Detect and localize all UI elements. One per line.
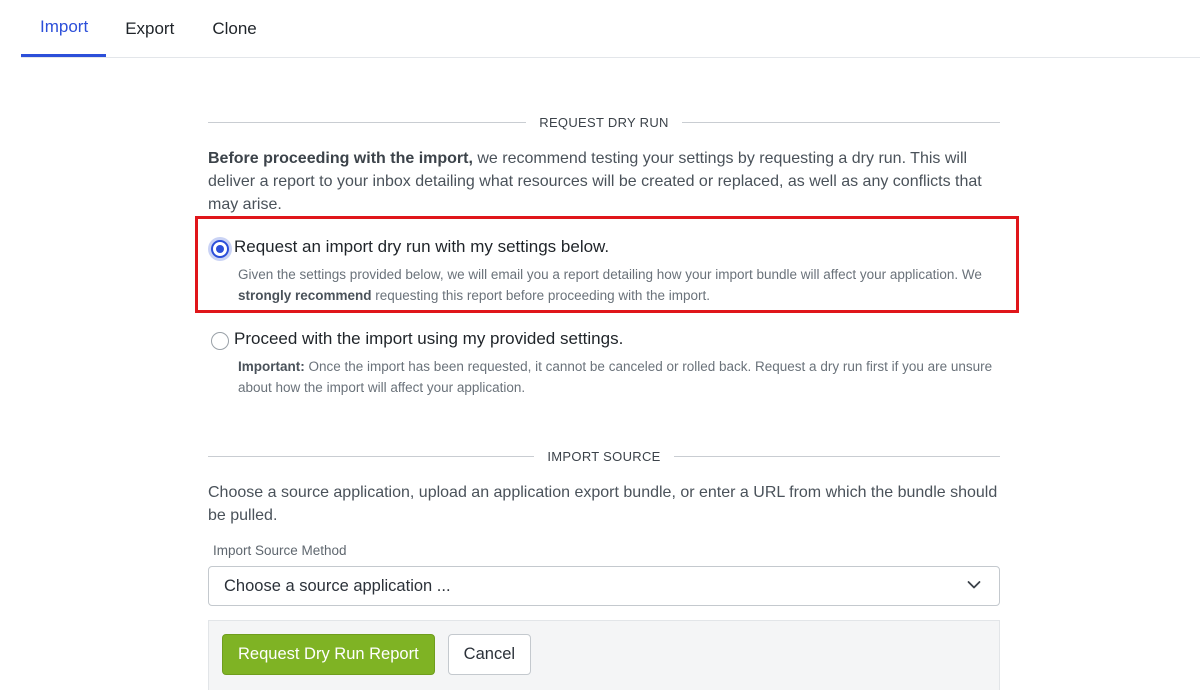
section-title: IMPORT SOURCE	[547, 448, 661, 464]
section-header-dry-run: REQUEST DRY RUN	[208, 112, 1001, 132]
option-title: Proceed with the import using my provide…	[234, 329, 624, 348]
option-proceed-import[interactable]: Proceed with the import using my provide…	[208, 316, 1000, 408]
option-title: Request an import dry run with my settin…	[234, 237, 610, 256]
cancel-button[interactable]: Cancel	[447, 634, 532, 675]
tab-import[interactable]: Import	[21, 0, 107, 57]
desc-text: Once the import has been requested, it c…	[238, 359, 993, 395]
option-description: Important: Once the import has been requ…	[234, 357, 1000, 398]
dry-run-intro: Before proceeding with the import, we re…	[208, 147, 1000, 216]
desc-bold-text: strongly recommend	[238, 287, 372, 303]
option-request-dry-run[interactable]: Request an import dry run with my settin…	[208, 224, 1000, 316]
select-value: Choose a source application ...	[224, 576, 451, 595]
radio-proceed-import[interactable]	[211, 332, 229, 350]
divider-line	[681, 121, 1001, 123]
divider-line	[673, 455, 1000, 457]
divider-line	[208, 455, 535, 457]
tab-clone[interactable]: Clone	[193, 0, 275, 58]
import-source-method-label: Import Source Method	[213, 543, 347, 558]
option-description: Given the settings provided below, we wi…	[234, 265, 1000, 306]
intro-bold-text: Before proceeding with the import,	[208, 150, 473, 167]
request-dry-run-report-button[interactable]: Request Dry Run Report	[222, 634, 435, 675]
section-title: REQUEST DRY RUN	[539, 114, 669, 130]
import-form: REQUEST DRY RUN Before proceeding with t…	[208, 112, 1001, 690]
import-source-select[interactable]: Choose a source application ...	[208, 566, 1000, 606]
desc-text: requesting this report before proceeding…	[371, 287, 710, 303]
form-actions: Request Dry Run Report Cancel	[208, 620, 1000, 690]
chevron-down-icon	[967, 581, 981, 589]
desc-text: Given the settings provided below, we wi…	[238, 267, 982, 282]
tab-bar: Import Export Clone	[21, 0, 1200, 58]
section-header-import-source: IMPORT SOURCE	[208, 446, 1000, 466]
radio-request-dry-run[interactable]	[211, 240, 229, 258]
tab-export[interactable]: Export	[106, 0, 193, 58]
divider-line	[208, 121, 527, 123]
desc-bold-text: Important:	[238, 359, 305, 374]
import-source-description: Choose a source application, upload an a…	[208, 484, 998, 524]
